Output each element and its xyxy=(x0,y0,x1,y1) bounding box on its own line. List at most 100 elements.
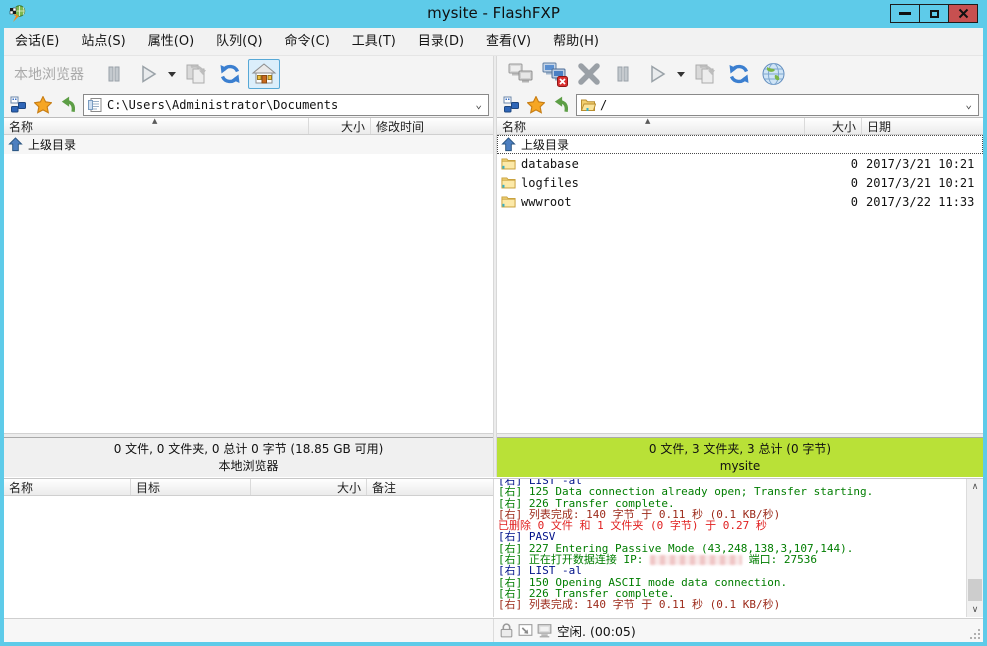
queue-list[interactable] xyxy=(4,496,493,617)
remote-refresh-button[interactable] xyxy=(723,59,755,89)
local-path-value: C:\Users\Administrator\Documents xyxy=(107,98,338,112)
local-path-combobox[interactable]: C:\Users\Administrator\Documents ⌄ xyxy=(83,94,489,116)
remote-abort-button[interactable] xyxy=(573,59,605,89)
remote-status-counts: 0 文件, 3 文件夹, 3 总计 (0 字节) xyxy=(649,441,831,458)
column-header[interactable]: 名称▲ xyxy=(497,118,805,134)
chevron-down-icon xyxy=(168,72,176,77)
up-directory-icon xyxy=(501,137,516,152)
connect-icon xyxy=(507,60,535,88)
menu-item[interactable]: 队列(Q) xyxy=(205,28,273,55)
site-tree-icon[interactable] xyxy=(8,95,28,115)
log-line: [右] 125 Data connection already open; Tr… xyxy=(498,486,965,497)
local-resume-button[interactable] xyxy=(132,59,164,89)
menu-item[interactable]: 命令(C) xyxy=(274,28,341,55)
local-path-row: C:\Users\Administrator\Documents ⌄ xyxy=(4,92,493,118)
file-row[interactable]: database02017/3/21 10:21 xyxy=(497,154,983,173)
file-row[interactable]: wwwroot02017/3/22 11:33 xyxy=(497,192,983,211)
file-date: 2017/3/21 10:21 xyxy=(862,157,983,171)
local-pause-button[interactable] xyxy=(98,59,130,89)
column-header[interactable]: 备注 xyxy=(367,479,493,495)
remote-resume-dropdown[interactable] xyxy=(675,59,687,89)
menu-item[interactable]: 帮助(H) xyxy=(542,28,610,55)
file-name: wwwroot xyxy=(521,195,572,209)
flashfxp-window: mysite - FlashFXP 会话(E)站点(S)属性(O)队列(Q)命令… xyxy=(0,0,987,646)
scroll-down-icon[interactable]: ∨ xyxy=(967,602,983,617)
column-header[interactable]: 大小 xyxy=(805,118,862,134)
close-icon xyxy=(958,8,969,19)
minimize-button[interactable] xyxy=(890,4,920,23)
play-icon xyxy=(136,62,160,86)
up-directory-icon[interactable] xyxy=(58,95,78,115)
remote-web-browser-button[interactable] xyxy=(757,59,789,89)
combo-dropdown-icon[interactable]: ⌄ xyxy=(965,98,975,111)
remote-disconnect-button[interactable] xyxy=(539,59,571,89)
file-row[interactable]: 上级目录 xyxy=(497,135,983,154)
local-home-button[interactable] xyxy=(248,59,280,89)
remote-resume-button[interactable] xyxy=(641,59,673,89)
menu-item[interactable]: 站点(S) xyxy=(70,28,136,55)
remote-site-name: mysite xyxy=(720,458,760,475)
remote-connect-button[interactable] xyxy=(505,59,537,89)
local-refresh-button[interactable] xyxy=(214,59,246,89)
disconnect-icon xyxy=(541,60,569,88)
home-icon xyxy=(251,61,277,87)
up-directory-icon[interactable] xyxy=(551,95,571,115)
favorites-star-icon[interactable] xyxy=(526,95,546,115)
sort-ascending-icon: ▲ xyxy=(645,118,650,125)
column-header[interactable]: 日期 xyxy=(862,118,983,134)
maximize-button[interactable] xyxy=(919,4,949,23)
column-header[interactable]: 目标 xyxy=(131,479,251,495)
window-title: mysite - FlashFXP xyxy=(0,4,987,22)
documents-icon xyxy=(87,97,103,113)
local-file-list[interactable]: 上级目录 xyxy=(4,135,493,433)
up-directory-icon xyxy=(8,137,23,152)
play-icon xyxy=(645,62,669,86)
menu-item[interactable]: 目录(D) xyxy=(407,28,475,55)
remote-status-panel: 0 文件, 3 文件夹, 3 总计 (0 字节) mysite xyxy=(497,437,983,477)
local-resume-dropdown[interactable] xyxy=(166,59,178,89)
folder-icon xyxy=(501,175,516,190)
file-size: 0 xyxy=(805,176,862,190)
computer-icon xyxy=(536,622,553,639)
menu-item[interactable]: 属性(O) xyxy=(137,28,205,55)
file-row[interactable]: 上级目录 xyxy=(4,135,493,154)
file-row[interactable]: logfiles02017/3/21 10:21 xyxy=(497,173,983,192)
remote-list-header: 名称▲大小日期 xyxy=(497,118,983,135)
file-name: 上级目录 xyxy=(28,136,76,153)
log-line: [右] LIST -al xyxy=(498,565,965,576)
scrollbar-thumb[interactable] xyxy=(968,579,982,601)
close-button[interactable] xyxy=(948,4,978,23)
remote-transfer-queue-button[interactable] xyxy=(689,59,721,89)
lock-icon xyxy=(498,622,515,639)
remote-pane: / ⌄ 名称▲大小日期 上级目录database02017/3/21 10:21… xyxy=(497,56,983,477)
open-folder-icon xyxy=(580,97,596,113)
screen-transfer-icon xyxy=(517,622,534,639)
file-date: 2017/3/21 10:21 xyxy=(862,176,983,190)
column-header[interactable]: 大小 xyxy=(309,118,371,134)
menu-item[interactable]: 会话(E) xyxy=(4,28,70,55)
menu-item[interactable]: 查看(V) xyxy=(475,28,542,55)
pause-icon xyxy=(102,62,126,86)
log-scrollbar[interactable]: ∧ ∨ xyxy=(966,479,983,617)
redacted-ip xyxy=(650,555,742,565)
combo-dropdown-icon[interactable]: ⌄ xyxy=(475,98,485,111)
column-header[interactable]: 大小 xyxy=(251,479,367,495)
queue-header: 名称目标大小备注 xyxy=(4,479,493,496)
resize-grip[interactable] xyxy=(969,628,982,641)
site-tree-icon[interactable] xyxy=(501,95,521,115)
maximize-icon xyxy=(930,10,939,18)
column-header[interactable]: 名称 xyxy=(4,479,131,495)
menu-item[interactable]: 工具(T) xyxy=(341,28,407,55)
column-header[interactable]: 名称▲ xyxy=(4,118,309,134)
scroll-up-icon[interactable]: ∧ xyxy=(967,479,983,494)
remote-path-value: / xyxy=(600,98,607,112)
remote-file-list[interactable]: 上级目录database02017/3/21 10:21logfiles0201… xyxy=(497,135,983,433)
local-transfer-queue-button[interactable] xyxy=(180,59,212,89)
remote-pause-button[interactable] xyxy=(607,59,639,89)
status-bar-left xyxy=(4,619,493,642)
refresh-icon xyxy=(726,61,752,87)
transfer-files-icon xyxy=(183,61,209,87)
remote-path-combobox[interactable]: / ⌄ xyxy=(576,94,979,116)
favorites-star-icon[interactable] xyxy=(33,95,53,115)
column-header[interactable]: 修改时间 xyxy=(371,118,493,134)
